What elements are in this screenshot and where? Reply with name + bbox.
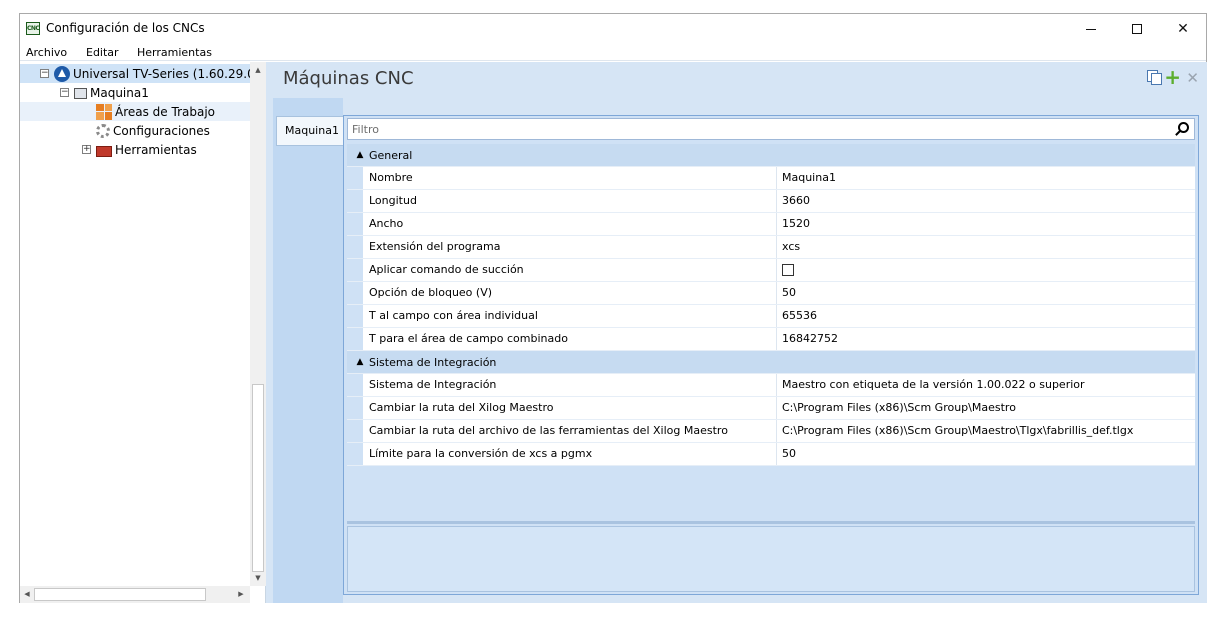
close-icon: ✕ bbox=[1177, 21, 1189, 37]
property-value[interactable]: 65536 bbox=[777, 305, 1195, 327]
tab-maquina1[interactable]: Maquina1 bbox=[276, 116, 345, 146]
gear-icon bbox=[96, 123, 110, 138]
tree-item-label: Áreas de Trabajo bbox=[115, 104, 215, 119]
description-pane bbox=[347, 526, 1195, 592]
property-row[interactable]: Opción de bloqueo (V) 50 bbox=[347, 282, 1195, 305]
minimize-button[interactable] bbox=[1068, 14, 1114, 44]
filter-field[interactable]: Filtro bbox=[347, 118, 1195, 140]
tree-item-label: Configuraciones bbox=[113, 123, 210, 138]
maximize-button[interactable] bbox=[1114, 14, 1160, 44]
property-name: Cambiar la ruta del Xilog Maestro bbox=[363, 397, 777, 419]
property-row[interactable]: T para el área de campo combinado 1684275… bbox=[347, 328, 1195, 351]
category-label: General bbox=[369, 148, 413, 162]
property-name: Aplicar comando de succión bbox=[363, 259, 777, 281]
scroll-thumb[interactable] bbox=[34, 588, 206, 601]
page-title: Máquinas CNC bbox=[283, 68, 414, 89]
scroll-thumb[interactable] bbox=[252, 384, 264, 572]
category-general[interactable]: ▲ General bbox=[347, 144, 1195, 167]
tree-item-herramientas[interactable]: + Herramientas bbox=[20, 140, 250, 159]
property-value[interactable]: C:\Program Files (x86)\Scm Group\Maestro… bbox=[777, 420, 1195, 442]
tree-pane: − Universal TV-Series (1.60.29.0) − Maqu… bbox=[20, 62, 266, 603]
title-bar: CNC Configuración de los CNCs ✕ bbox=[20, 14, 1206, 44]
property-value[interactable]: 1520 bbox=[777, 213, 1195, 235]
property-row[interactable]: Sistema de Integración Maestro con etique… bbox=[347, 374, 1195, 397]
property-name: Sistema de Integración bbox=[363, 374, 777, 396]
scroll-up-icon[interactable]: ▲ bbox=[250, 62, 266, 78]
property-row[interactable]: Longitud 3660 bbox=[347, 190, 1195, 213]
property-row[interactable]: Cambiar la ruta del Xilog Maestro C:\Prog… bbox=[347, 397, 1195, 420]
property-value[interactable]: Maquina1 bbox=[777, 167, 1195, 189]
scroll-right-icon[interactable]: ▶ bbox=[234, 586, 248, 603]
add-icon[interactable]: + bbox=[1164, 67, 1181, 87]
window-title: Configuración de los CNCs bbox=[46, 21, 205, 35]
property-value[interactable]: 50 bbox=[777, 443, 1195, 465]
property-name: Extensión del programa bbox=[363, 236, 777, 258]
property-row[interactable]: Nombre Maquina1 bbox=[347, 167, 1195, 190]
scroll-left-icon[interactable]: ◀ bbox=[20, 586, 34, 603]
collapse-icon[interactable]: − bbox=[40, 69, 49, 78]
collapse-icon[interactable]: − bbox=[60, 88, 69, 97]
property-name: Ancho bbox=[363, 213, 777, 235]
machine-icon bbox=[74, 88, 87, 99]
tree-item-label: Maquina1 bbox=[90, 85, 149, 100]
property-name: T para el área de campo combinado bbox=[363, 328, 777, 350]
property-name: Límite para la conversión de xcs a pgmx bbox=[363, 443, 777, 465]
search-icon[interactable] bbox=[1178, 122, 1189, 133]
property-grid-container: Filtro ▲ General Nombre Maquina1 Longitud… bbox=[343, 115, 1199, 595]
property-name: Nombre bbox=[363, 167, 777, 189]
chevron-up-icon[interactable]: ▲ bbox=[351, 357, 369, 367]
scroll-down-icon[interactable]: ▼ bbox=[250, 570, 266, 586]
maximize-icon bbox=[1132, 24, 1142, 34]
toolbox-icon bbox=[96, 145, 112, 157]
filter-placeholder: Filtro bbox=[352, 123, 379, 136]
property-row[interactable]: Extensión del programa xcs bbox=[347, 236, 1195, 259]
machines-panel: Máquinas CNC + ✕ Maquina1 Filtro ▲ Gener… bbox=[270, 62, 1207, 603]
menu-herramientas[interactable]: Herramientas bbox=[137, 46, 212, 59]
copy-icon[interactable] bbox=[1147, 70, 1162, 85]
property-grid: ▲ General Nombre Maquina1 Longitud 3660 An… bbox=[347, 144, 1195, 466]
property-name: Opción de bloqueo (V) bbox=[363, 282, 777, 304]
tree-item-universal-tv-series[interactable]: − Universal TV-Series (1.60.29.0) bbox=[20, 64, 250, 83]
property-value[interactable]: C:\Program Files (x86)\Scm Group\Maestro bbox=[777, 397, 1195, 419]
tree-item-maquina1[interactable]: − Maquina1 bbox=[20, 83, 250, 102]
delete-icon[interactable]: ✕ bbox=[1186, 69, 1199, 87]
expand-icon[interactable]: + bbox=[82, 145, 91, 154]
close-button[interactable]: ✕ bbox=[1160, 14, 1206, 44]
tv-series-icon bbox=[54, 65, 70, 82]
minimize-icon bbox=[1086, 28, 1096, 30]
machine-tab-strip: Maquina1 bbox=[273, 98, 345, 603]
property-value[interactable]: 3660 bbox=[777, 190, 1195, 212]
tree-item-areas-de-trabajo[interactable]: Áreas de Trabajo bbox=[20, 102, 250, 121]
property-value[interactable]: Maestro con etiqueta de la versión 1.00.… bbox=[777, 374, 1195, 396]
cnc-tree: − Universal TV-Series (1.60.29.0) − Maqu… bbox=[20, 62, 250, 586]
property-row[interactable]: Ancho 1520 bbox=[347, 213, 1195, 236]
property-value[interactable]: 16842752 bbox=[777, 328, 1195, 350]
property-value[interactable]: xcs bbox=[777, 236, 1195, 258]
suction-checkbox[interactable] bbox=[782, 264, 794, 276]
description-splitter[interactable] bbox=[347, 521, 1195, 524]
main-window: CNC Configuración de los CNCs ✕ Archivo … bbox=[19, 13, 1207, 603]
menu-archivo[interactable]: Archivo bbox=[26, 46, 67, 59]
work-areas-icon bbox=[96, 103, 112, 120]
menu-bar: Archivo Editar Herramientas bbox=[20, 44, 1206, 61]
property-value[interactable]: 50 bbox=[777, 282, 1195, 304]
tree-horizontal-scrollbar[interactable]: ◀ ▶ bbox=[20, 586, 250, 603]
tree-item-label: Herramientas bbox=[115, 142, 197, 157]
category-label: Sistema de Integración bbox=[369, 355, 497, 369]
cnc-app-icon: CNC bbox=[26, 22, 40, 35]
tree-item-label: Universal TV-Series (1.60.29.0) bbox=[73, 66, 250, 81]
property-name: T al campo con área individual bbox=[363, 305, 777, 327]
category-sistema-de-integracion[interactable]: ▲ Sistema de Integración bbox=[347, 351, 1195, 374]
property-value bbox=[777, 259, 1195, 281]
menu-editar[interactable]: Editar bbox=[86, 46, 119, 59]
tree-vertical-scrollbar[interactable]: ▲ ▼ bbox=[250, 62, 266, 586]
property-row[interactable]: Cambiar la ruta del archivo de las ferra… bbox=[347, 420, 1195, 443]
property-name: Longitud bbox=[363, 190, 777, 212]
property-name: Cambiar la ruta del archivo de las ferra… bbox=[363, 420, 777, 442]
property-row[interactable]: T al campo con área individual 65536 bbox=[347, 305, 1195, 328]
property-row[interactable]: Límite para la conversión de xcs a pgmx 5… bbox=[347, 443, 1195, 466]
property-row[interactable]: Aplicar comando de succión bbox=[347, 259, 1195, 282]
chevron-up-icon[interactable]: ▲ bbox=[351, 150, 369, 160]
tree-item-configuraciones[interactable]: Configuraciones bbox=[20, 121, 250, 140]
